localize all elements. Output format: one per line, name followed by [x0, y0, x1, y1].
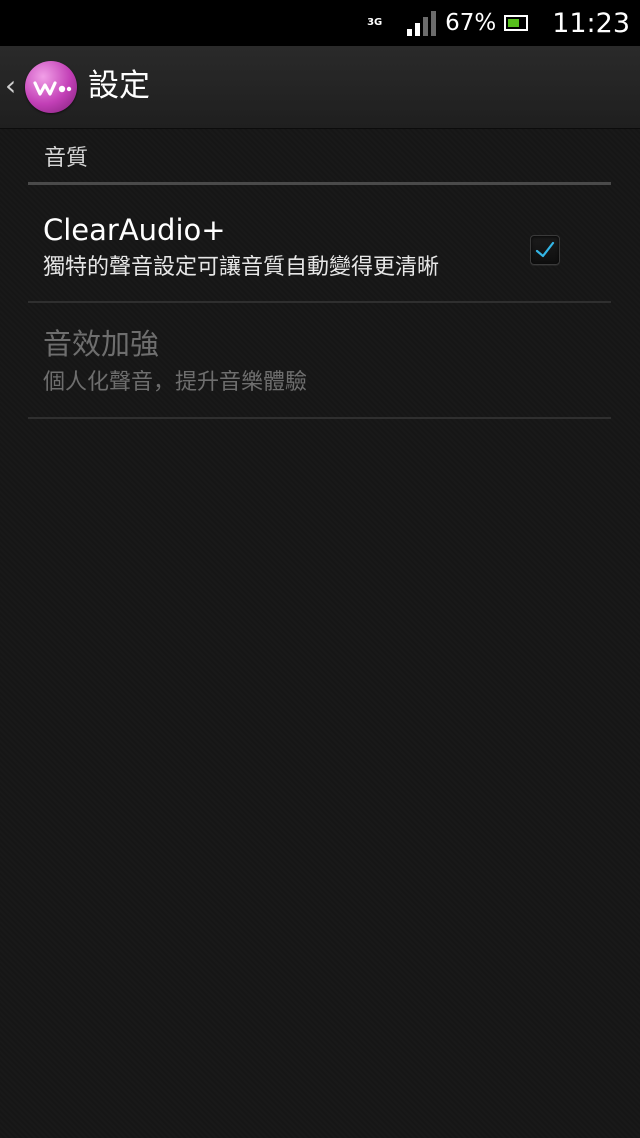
- pref-title: ClearAudio+: [43, 213, 226, 247]
- network-type-label: 3G: [367, 17, 383, 28]
- pref-divider: [28, 417, 611, 419]
- status-icons: 3G 67% 11:23: [367, 0, 630, 46]
- pref-sound-enhancement: 音效加強 個人化聲音，提升音樂體驗: [28, 303, 611, 420]
- chevron-left-icon: ‹: [5, 69, 17, 102]
- up-navigation-button[interactable]: ‹: [0, 46, 84, 128]
- category-divider: [28, 182, 611, 185]
- pref-title: 音效加強: [43, 327, 160, 361]
- page-title: 設定: [88, 68, 150, 104]
- action-bar: ‹ 設定: [0, 46, 640, 129]
- clearaudio-checkbox[interactable]: [530, 235, 560, 265]
- category-header: 音質: [44, 146, 89, 171]
- signal-icon: 3G: [367, 10, 437, 36]
- walkman-logo-icon: [25, 61, 77, 113]
- pref-summary: 個人化聲音，提升音樂體驗: [43, 370, 308, 395]
- battery-percent: 67%: [445, 10, 497, 36]
- battery-fill: [508, 19, 520, 27]
- screen: 3G 67% 11:23 ‹ 設定 音質 ClearAudio+ 獨特的聲音設定…: [0, 0, 640, 1138]
- pref-clearaudio[interactable]: ClearAudio+ 獨特的聲音設定可讓音質自動變得更清晰: [28, 186, 611, 303]
- battery-icon: [504, 15, 529, 31]
- pref-summary: 獨特的聲音設定可讓音質自動變得更清晰: [43, 255, 440, 280]
- status-bar: 3G 67% 11:23: [0, 0, 640, 46]
- check-icon: [535, 241, 555, 258]
- status-clock: 11:23: [552, 7, 630, 39]
